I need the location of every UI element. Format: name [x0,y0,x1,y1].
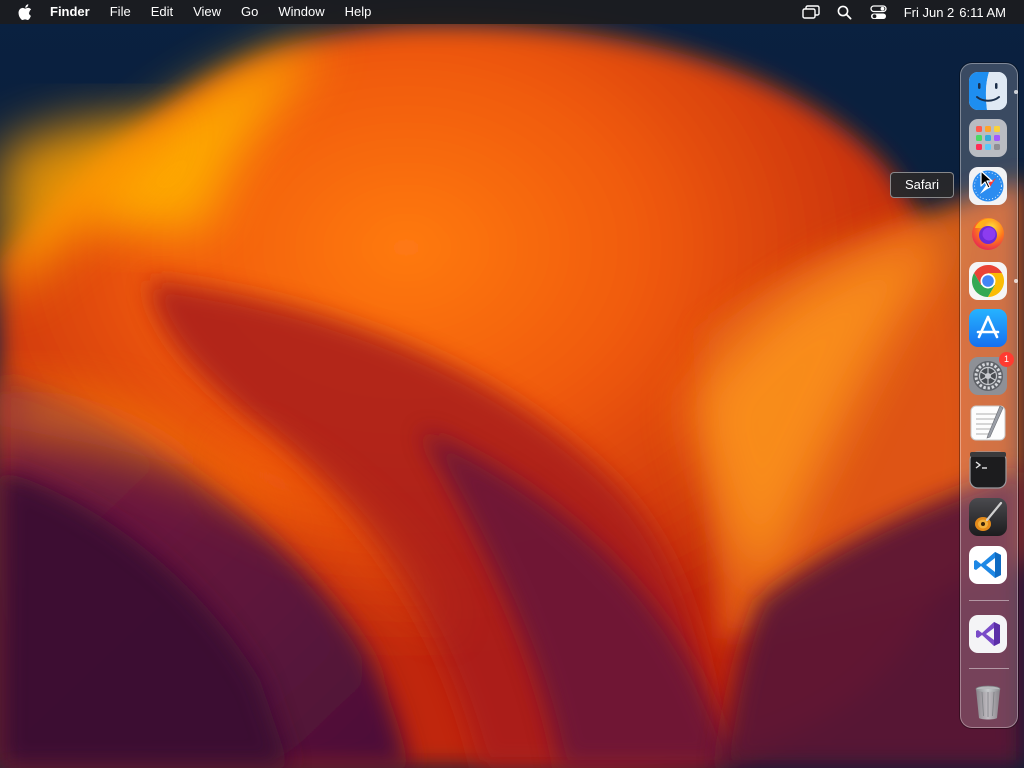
app-store-icon [969,309,1007,347]
menu-go[interactable]: Go [231,0,268,24]
menu-bar-clock[interactable]: Fri Jun 2 6:11 AM [904,5,1006,20]
desktop[interactable]: Finder File Edit View Go Window Help Fri… [0,0,1024,768]
mouse-cursor-icon [980,170,993,189]
dock-item-garageband[interactable] [969,498,1007,536]
menu-app-name[interactable]: Finder [42,0,100,24]
dock-tooltip: Safari [890,172,954,198]
control-center-icon[interactable] [870,3,888,21]
dock-item-textedit[interactable] [969,404,1007,442]
finder-running-indicator [1014,90,1018,94]
dock-separator [969,600,1009,601]
dock-item-visual-studio[interactable] [969,615,1007,653]
menu-edit[interactable]: Edit [141,0,183,24]
dock-item-firefox[interactable] [969,214,1007,252]
clock-time: 6:11 AM [959,4,1006,20]
dock-item-app-store[interactable] [969,309,1007,347]
vscode-icon [969,546,1007,584]
dock-item-terminal[interactable] [969,451,1007,489]
menu-help[interactable]: Help [335,0,382,24]
garageband-icon [969,498,1007,536]
spotlight-search-icon[interactable] [836,3,854,21]
dock-item-trash[interactable] [969,683,1007,721]
launchpad-icon [969,119,1007,157]
dock-item-launchpad[interactable] [969,119,1007,157]
wallpaper [0,0,1024,768]
dock-item-chrome[interactable] [969,262,1007,300]
firefox-icon [972,218,1004,250]
dock-item-vscode[interactable] [969,546,1007,584]
trash-icon [975,685,1001,720]
dock-item-system-settings[interactable]: 1 [969,352,1014,395]
apple-logo-icon[interactable] [17,0,33,24]
visual-studio-icon [969,615,1007,653]
menu-bar: Finder File Edit View Go Window Help Fri… [0,0,1024,24]
finder-icon [969,72,1007,110]
textedit-icon [970,405,1006,441]
dock-item-finder[interactable] [969,72,1007,110]
dock-separator [969,668,1009,669]
clock-date: Fri Jun 2 [903,4,955,20]
screen-mirroring-icon[interactable] [801,3,820,21]
chrome-icon [969,262,1007,300]
notification-badge: 1 [999,352,1014,367]
menu-window[interactable]: Window [268,0,334,24]
dock: 1 [960,63,1018,728]
terminal-icon [969,451,1007,489]
chrome-running-indicator [1014,279,1018,283]
menu-file[interactable]: File [100,0,141,24]
menu-view[interactable]: View [183,0,231,24]
